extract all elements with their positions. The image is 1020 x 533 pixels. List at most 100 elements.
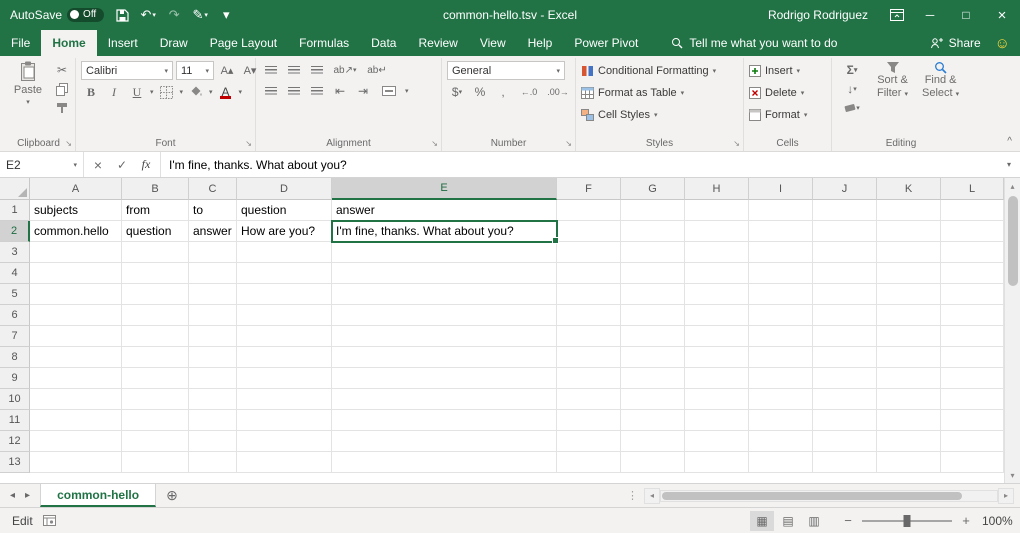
increase-decimal-button[interactable]: ←.0 bbox=[516, 83, 542, 101]
scroll-up-icon[interactable]: ▴ bbox=[1005, 178, 1020, 194]
tab-view[interactable]: View bbox=[469, 30, 517, 56]
zoom-level[interactable]: 100% bbox=[982, 514, 1020, 528]
save-icon[interactable] bbox=[114, 5, 130, 25]
cancel-icon[interactable]: × bbox=[86, 157, 110, 173]
insert-function-button[interactable]: fx bbox=[134, 157, 158, 172]
cell-B5[interactable] bbox=[122, 284, 189, 305]
font-color-icon[interactable]: A bbox=[216, 83, 236, 101]
select-all-button[interactable] bbox=[0, 178, 30, 200]
cell-A13[interactable] bbox=[30, 452, 122, 473]
cell-D12[interactable] bbox=[237, 431, 332, 452]
cell-D11[interactable] bbox=[237, 410, 332, 431]
cell-A11[interactable] bbox=[30, 410, 122, 431]
maximize-button[interactable]: □ bbox=[948, 0, 984, 30]
cell-I10[interactable] bbox=[749, 389, 813, 410]
cell-B4[interactable] bbox=[122, 263, 189, 284]
row-header-2[interactable]: 2 bbox=[0, 221, 30, 242]
wrap-text-button[interactable]: ab↵ bbox=[363, 61, 391, 79]
cell-B2[interactable]: question bbox=[122, 221, 189, 242]
cell-I13[interactable] bbox=[749, 452, 813, 473]
vertical-scroll-thumb[interactable] bbox=[1008, 196, 1018, 286]
cell-A2[interactable]: common.hello bbox=[30, 221, 122, 242]
cell-K3[interactable] bbox=[877, 242, 941, 263]
cell-E4[interactable] bbox=[332, 263, 557, 284]
zoom-slider-thumb[interactable] bbox=[904, 515, 911, 527]
row-header-5[interactable]: 5 bbox=[0, 284, 30, 305]
autosum-button[interactable]: Σ▾ bbox=[837, 61, 867, 79]
cell-I6[interactable] bbox=[749, 305, 813, 326]
cell-L6[interactable] bbox=[941, 305, 1004, 326]
cell-I3[interactable] bbox=[749, 242, 813, 263]
cell-I7[interactable] bbox=[749, 326, 813, 347]
underline-button[interactable]: U bbox=[127, 83, 147, 101]
cell-A7[interactable] bbox=[30, 326, 122, 347]
cell-I11[interactable] bbox=[749, 410, 813, 431]
cell-C13[interactable] bbox=[189, 452, 237, 473]
format-painter-icon[interactable] bbox=[52, 99, 72, 117]
row-header-1[interactable]: 1 bbox=[0, 200, 30, 221]
cell-D7[interactable] bbox=[237, 326, 332, 347]
macro-record-icon[interactable] bbox=[43, 515, 56, 526]
cell-J1[interactable] bbox=[813, 200, 877, 221]
customize-qat-icon[interactable]: ▾ bbox=[218, 5, 234, 25]
tab-draw[interactable]: Draw bbox=[149, 30, 199, 56]
cell-G9[interactable] bbox=[621, 368, 685, 389]
cell-K13[interactable] bbox=[877, 452, 941, 473]
expand-formula-bar-icon[interactable]: ▾ bbox=[998, 152, 1020, 177]
borders-icon[interactable] bbox=[157, 83, 177, 101]
cell-G13[interactable] bbox=[621, 452, 685, 473]
conditional-formatting-button[interactable]: Conditional Formatting▾ bbox=[581, 61, 716, 81]
percent-format-button[interactable]: % bbox=[470, 83, 490, 101]
cell-L11[interactable] bbox=[941, 410, 1004, 431]
format-as-table-button[interactable]: Format as Table▾ bbox=[581, 83, 716, 103]
cell-D13[interactable] bbox=[237, 452, 332, 473]
cell-A9[interactable] bbox=[30, 368, 122, 389]
cell-G3[interactable] bbox=[621, 242, 685, 263]
cell-I12[interactable] bbox=[749, 431, 813, 452]
cell-H12[interactable] bbox=[685, 431, 749, 452]
cell-H4[interactable] bbox=[685, 263, 749, 284]
cell-D3[interactable] bbox=[237, 242, 332, 263]
column-header-K[interactable]: K bbox=[877, 178, 941, 200]
cell-L12[interactable] bbox=[941, 431, 1004, 452]
cell-K4[interactable] bbox=[877, 263, 941, 284]
row-header-6[interactable]: 6 bbox=[0, 305, 30, 326]
alignment-dialog-launcher[interactable]: ↘ bbox=[431, 140, 438, 148]
cell-B8[interactable] bbox=[122, 347, 189, 368]
cell-H9[interactable] bbox=[685, 368, 749, 389]
cell-B9[interactable] bbox=[122, 368, 189, 389]
cell-L8[interactable] bbox=[941, 347, 1004, 368]
cell-A5[interactable] bbox=[30, 284, 122, 305]
cell-K2[interactable] bbox=[877, 221, 941, 242]
cell-H8[interactable] bbox=[685, 347, 749, 368]
horizontal-scroll-thumb[interactable] bbox=[662, 492, 962, 500]
cell-F6[interactable] bbox=[557, 305, 621, 326]
cell-I9[interactable] bbox=[749, 368, 813, 389]
cell-J13[interactable] bbox=[813, 452, 877, 473]
scroll-right-icon[interactable]: ▸ bbox=[998, 488, 1014, 504]
cell-E6[interactable] bbox=[332, 305, 557, 326]
row-header-7[interactable]: 7 bbox=[0, 326, 30, 347]
next-sheet-icon[interactable]: ▸ bbox=[25, 490, 30, 501]
column-header-J[interactable]: J bbox=[813, 178, 877, 200]
zoom-out-icon[interactable]: − bbox=[842, 513, 854, 528]
cell-A12[interactable] bbox=[30, 431, 122, 452]
cell-K5[interactable] bbox=[877, 284, 941, 305]
font-name-combo[interactable]: Calibri▾ bbox=[81, 61, 173, 80]
cell-B11[interactable] bbox=[122, 410, 189, 431]
zoom-slider[interactable] bbox=[862, 520, 952, 522]
sheet-tab-common-hello[interactable]: common-hello bbox=[40, 484, 156, 507]
bold-button[interactable]: B bbox=[81, 83, 101, 101]
cell-C7[interactable] bbox=[189, 326, 237, 347]
row-header-3[interactable]: 3 bbox=[0, 242, 30, 263]
cell-I4[interactable] bbox=[749, 263, 813, 284]
column-header-F[interactable]: F bbox=[557, 178, 621, 200]
cell-F4[interactable] bbox=[557, 263, 621, 284]
cell-L1[interactable] bbox=[941, 200, 1004, 221]
scroll-down-icon[interactable]: ▾ bbox=[1005, 467, 1020, 483]
cell-J2[interactable] bbox=[813, 221, 877, 242]
cell-G1[interactable] bbox=[621, 200, 685, 221]
enter-icon[interactable]: ✓ bbox=[110, 158, 134, 172]
tab-help[interactable]: Help bbox=[517, 30, 564, 56]
cell-K7[interactable] bbox=[877, 326, 941, 347]
